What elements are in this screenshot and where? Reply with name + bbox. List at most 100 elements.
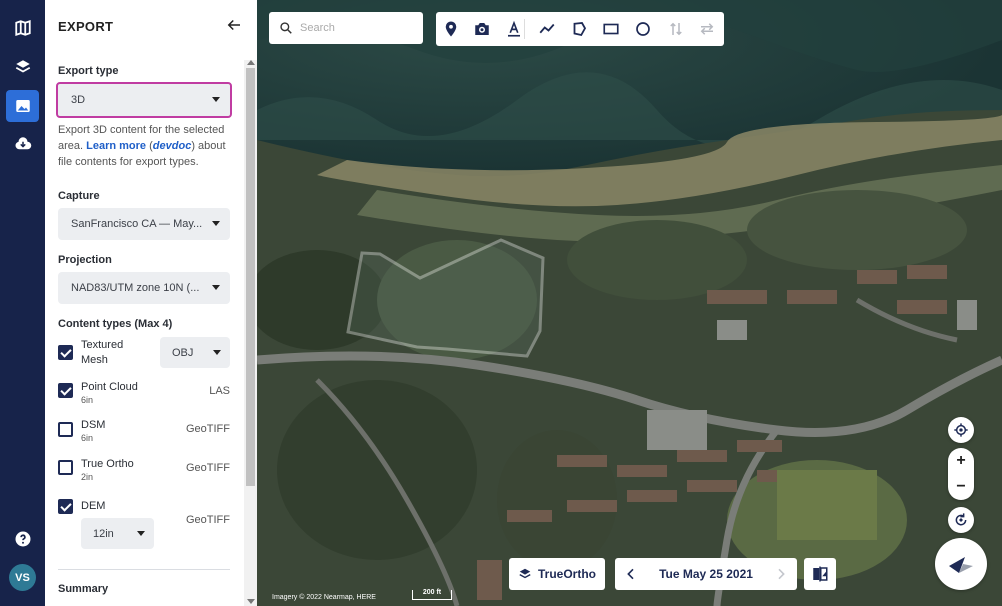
capture-date[interactable]: Tue May 25 2021 xyxy=(615,567,797,581)
content-types-label: Content types (Max 4) xyxy=(58,318,173,330)
projection-value: NAD83/UTM zone 10N (... xyxy=(71,282,200,294)
chevron-down-icon xyxy=(212,285,220,290)
devdoc-link[interactable]: devdoc xyxy=(153,140,192,152)
capture-select[interactable]: SanFrancisco CA — May... xyxy=(58,208,230,240)
swap-arrows-icon xyxy=(700,23,714,35)
true-ortho-resolution: 2in xyxy=(81,472,94,482)
textured-mesh-format: OBJ xyxy=(172,346,194,359)
compass-icon xyxy=(949,557,973,573)
chevron-down-icon xyxy=(212,221,220,226)
imagery-layer-label: TrueOrtho xyxy=(537,567,596,581)
rotate-button[interactable] xyxy=(948,507,974,533)
screenshot-tool-button[interactable] xyxy=(473,20,491,38)
chevron-down-icon xyxy=(212,97,220,102)
scale-bar: 200 ft xyxy=(412,589,452,600)
zoom-out-button[interactable]: − xyxy=(948,474,974,500)
textured-mesh-label: Textured xyxy=(81,339,124,351)
image-icon xyxy=(15,100,30,112)
export-type-value: 3D xyxy=(71,94,86,106)
split-compare-icon xyxy=(813,566,828,582)
textured-mesh-checkbox[interactable] xyxy=(58,345,73,360)
rectangle-tool-button[interactable] xyxy=(602,20,620,38)
map-nav-button[interactable] xyxy=(6,12,39,44)
layers-nav-button[interactable] xyxy=(6,51,39,83)
projection-select[interactable]: NAD83/UTM zone 10N (... xyxy=(58,272,230,304)
dsm-checkbox[interactable] xyxy=(58,422,73,437)
nav-rail: VS xyxy=(0,0,45,606)
chevron-down-icon xyxy=(213,350,221,355)
scroll-down-icon[interactable] xyxy=(247,599,255,604)
search-icon xyxy=(280,22,292,34)
textured-mesh-label-line2: Mesh xyxy=(81,354,108,366)
true-ortho-label: True Ortho xyxy=(81,458,134,470)
map-view[interactable]: + − TrueOrtho Tue May 25 2021 Imagery © … xyxy=(257,0,1002,606)
compare-button[interactable] xyxy=(804,558,836,590)
projection-label: Projection xyxy=(58,254,112,266)
crosshair-icon xyxy=(954,423,968,437)
point-cloud-checkbox[interactable] xyxy=(58,383,73,398)
aerial-imagery xyxy=(257,0,1002,606)
rectangle-icon xyxy=(603,23,619,35)
swap-tool-button[interactable] xyxy=(698,20,716,38)
point-cloud-format: LAS xyxy=(209,385,230,397)
divider xyxy=(58,569,230,570)
height-measure-icon xyxy=(670,22,682,36)
export-nav-button[interactable] xyxy=(6,90,39,122)
help-button[interactable] xyxy=(6,523,39,555)
map-pin-icon xyxy=(445,21,457,37)
locate-button[interactable] xyxy=(948,417,974,443)
text-annotation-icon xyxy=(508,20,520,37)
capture-label: Capture xyxy=(58,190,100,202)
true-ortho-format: GeoTIFF xyxy=(185,462,230,474)
text-tool-button[interactable] xyxy=(505,20,523,38)
scale-label: 200 ft xyxy=(422,589,442,596)
chevron-right-icon[interactable] xyxy=(773,566,789,582)
scroll-thumb[interactable] xyxy=(246,68,255,486)
chevron-down-icon xyxy=(137,531,145,536)
marker-tool-button[interactable] xyxy=(442,20,460,38)
dsm-resolution: 6in xyxy=(81,433,94,443)
content-type-dem: DEM GeoTIFF 12in xyxy=(58,498,230,552)
polygon-tool-button[interactable] xyxy=(570,20,588,38)
dem-resolution: 12in xyxy=(93,527,114,540)
rotate-icon xyxy=(955,513,967,526)
arrow-left-icon[interactable] xyxy=(225,16,243,34)
circle-icon xyxy=(636,22,650,36)
height-tool-button[interactable] xyxy=(667,20,685,38)
export-type-label: Export type xyxy=(58,65,119,77)
dem-resolution-select[interactable]: 12in xyxy=(81,518,154,549)
learn-more-link[interactable]: Learn more xyxy=(86,140,146,152)
zoom-control: + − xyxy=(948,448,974,500)
polyline-icon xyxy=(539,23,555,34)
compass-control[interactable] xyxy=(935,538,987,590)
summary-heading: Summary xyxy=(58,583,109,595)
layers-icon xyxy=(15,60,30,73)
circle-tool-button[interactable] xyxy=(634,20,652,38)
dem-checkbox[interactable] xyxy=(58,499,73,514)
content-type-textured-mesh: Textured Mesh OBJ xyxy=(58,337,230,371)
download-nav-button[interactable] xyxy=(6,128,39,160)
content-type-true-ortho: True Ortho 2in GeoTIFF xyxy=(58,457,230,485)
line-tool-button[interactable] xyxy=(538,20,556,38)
dsm-label: DSM xyxy=(81,419,106,431)
export-type-select[interactable]: 3D xyxy=(56,82,232,118)
scroll-up-icon[interactable] xyxy=(247,60,255,65)
search-box[interactable] xyxy=(269,12,423,44)
capture-date-picker: Tue May 25 2021 xyxy=(615,558,797,590)
dem-format: GeoTIFF xyxy=(185,514,230,526)
polygon-icon xyxy=(573,22,587,37)
panel-title: EXPORT xyxy=(58,19,114,34)
textured-mesh-format-select[interactable]: OBJ xyxy=(160,337,230,368)
point-cloud-resolution: 6in xyxy=(81,395,94,405)
dsm-format: GeoTIFF xyxy=(185,423,230,435)
avatar[interactable]: VS xyxy=(9,564,36,591)
layers-icon xyxy=(519,568,531,579)
panel-scrollbar[interactable] xyxy=(244,60,257,606)
content-type-dsm: DSM 6in GeoTIFF xyxy=(58,418,230,446)
true-ortho-checkbox[interactable] xyxy=(58,460,73,475)
search-input[interactable] xyxy=(300,22,410,34)
help-icon xyxy=(15,531,30,547)
zoom-in-button[interactable]: + xyxy=(948,448,974,474)
dem-label: DEM xyxy=(81,500,106,512)
imagery-layer-button[interactable]: TrueOrtho xyxy=(509,558,605,590)
